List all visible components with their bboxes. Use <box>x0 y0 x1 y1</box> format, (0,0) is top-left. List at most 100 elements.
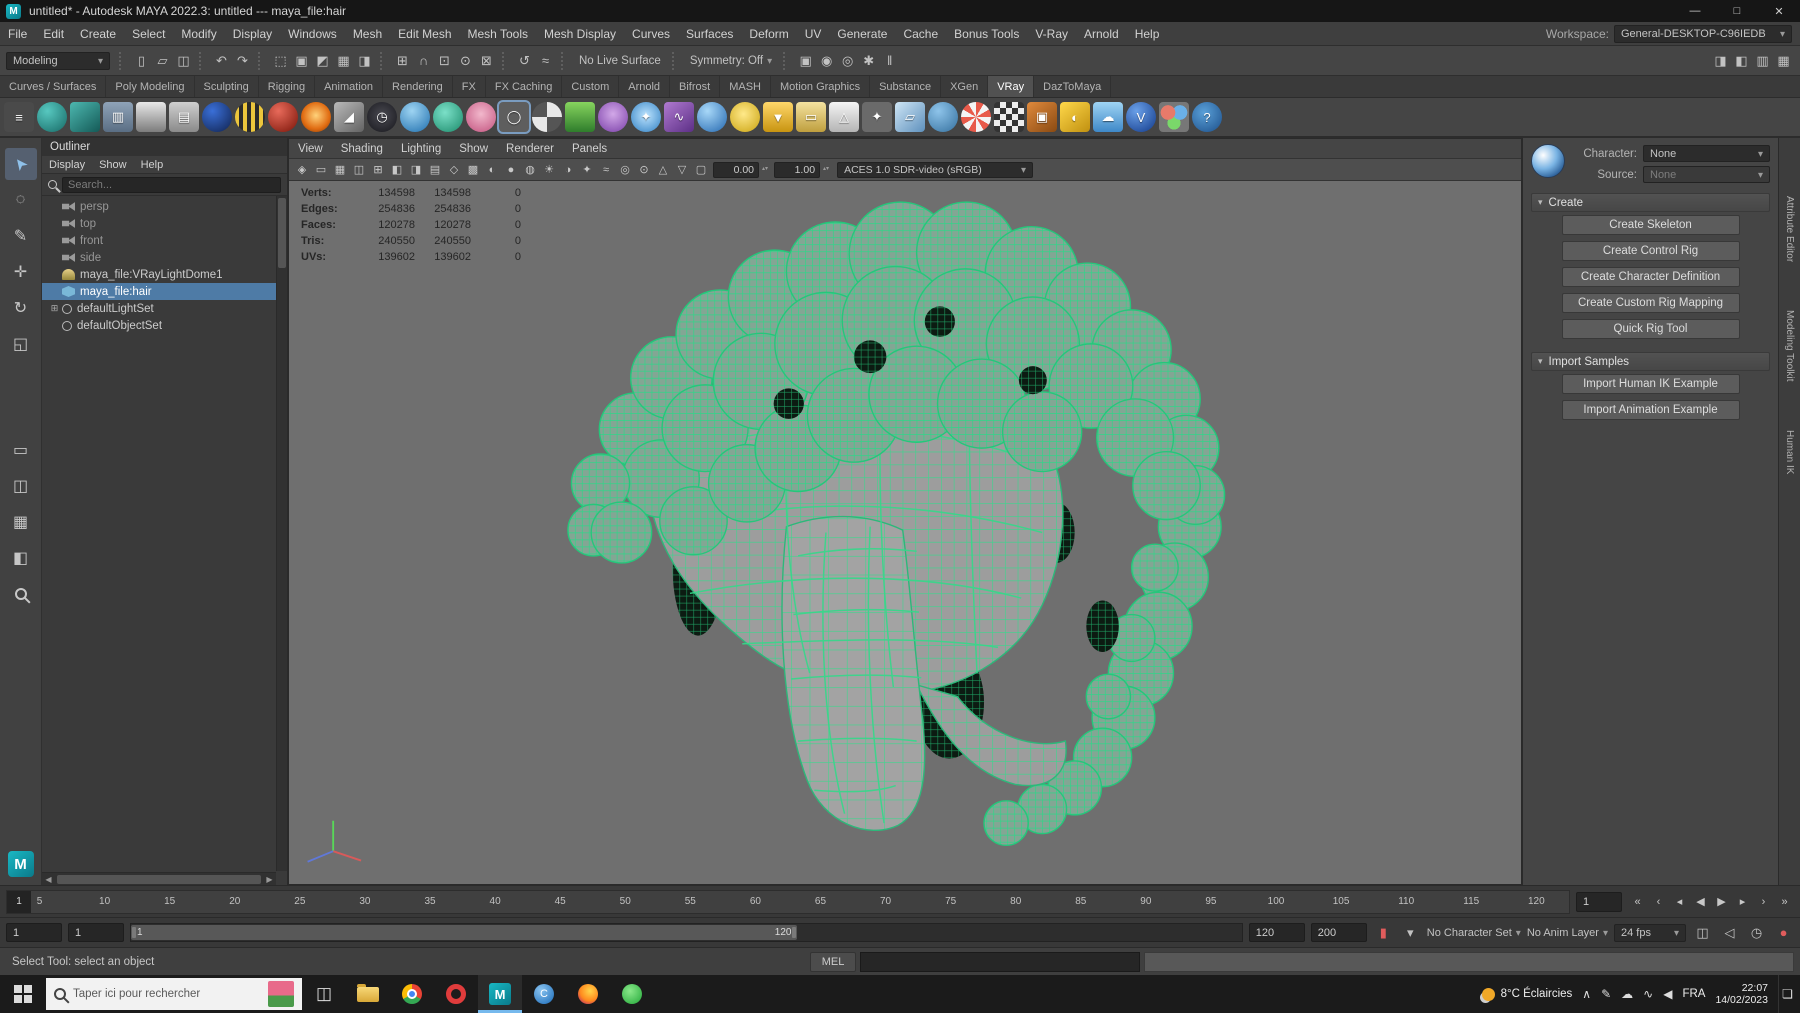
menubar-item[interactable]: Select <box>124 22 173 46</box>
redo-icon[interactable]: ↷ <box>232 50 253 71</box>
eyedropper-icon[interactable] <box>136 102 166 132</box>
no-live-surface-button[interactable]: No Live Surface <box>573 55 667 67</box>
shadows-icon[interactable]: ◑ <box>559 161 577 179</box>
sphere-dark-blue-icon[interactable] <box>202 102 232 132</box>
step-forward-key-button[interactable]: ▸ <box>1733 892 1752 911</box>
menubar-item[interactable]: File <box>0 22 35 46</box>
vray-sphere-teal-icon[interactable] <box>37 102 67 132</box>
taskbar-search[interactable] <box>46 978 302 1010</box>
snap-to-point-icon[interactable]: ⊡ <box>434 50 455 71</box>
menubar-item[interactable]: Mesh Tools <box>460 22 536 46</box>
gamma-field[interactable]: 1.00 <box>774 162 820 178</box>
outliner-menu-item[interactable]: Show <box>92 156 134 174</box>
current-frame-playhead[interactable]: 1 <box>7 891 31 913</box>
sphere-red-icon[interactable] <box>268 102 298 132</box>
spheres-cluster-icon[interactable] <box>1159 102 1189 132</box>
two-pane-layout-button[interactable]: ◫ <box>5 470 37 502</box>
view-transform-dropdown[interactable]: ACES 1.0 SDR-video (sRGB) <box>837 162 1033 178</box>
hud-toggle-icon[interactable]: ▤ <box>426 161 444 179</box>
minimize-button[interactable]: — <box>1674 0 1716 22</box>
undo-icon[interactable]: ↶ <box>211 50 232 71</box>
import-animation-example-button[interactable]: Import Animation Example <box>1562 400 1740 420</box>
cone-white-icon[interactable]: △ <box>829 102 859 132</box>
select-hierarchy-icon[interactable]: ⬚ <box>270 50 291 71</box>
open-scene-icon[interactable]: ▱ <box>152 50 173 71</box>
tab-human-ik[interactable]: Human IK <box>1784 430 1795 474</box>
create-custom-rig-mapping-button[interactable]: Create Custom Rig Mapping <box>1562 293 1740 313</box>
scroll-left-icon[interactable]: ◀ <box>42 875 55 884</box>
exposure-display-icon[interactable]: ▢ <box>692 161 710 179</box>
outliner-persp-layout-button[interactable]: ◧ <box>5 542 37 574</box>
shelf-tab[interactable]: Bifrost <box>670 76 720 97</box>
vray-logo-sphere-icon[interactable]: V <box>1126 102 1156 132</box>
anim-layer-dropdown[interactable]: No Anim Layer <box>1527 927 1608 939</box>
select-camera-icon[interactable]: ◈ <box>293 161 311 179</box>
anim-snapshot-icon[interactable]: ◫ <box>1692 922 1713 943</box>
quick-rig-tool-button[interactable]: Quick Rig Tool <box>1562 319 1740 339</box>
toggle-attribute-editor-icon[interactable]: ◨ <box>1710 50 1731 71</box>
playback-end-field[interactable]: 120 <box>1249 923 1305 942</box>
fps-dropdown[interactable]: 24 fps <box>1614 924 1686 942</box>
outliner-menu-item[interactable]: Display <box>42 156 92 174</box>
tray-volume-icon[interactable]: ◀ <box>1663 987 1672 1001</box>
menubar-item[interactable]: Bonus Tools <box>946 22 1027 46</box>
beachball-icon[interactable] <box>961 102 991 132</box>
sphere-orange-glow-icon[interactable] <box>301 102 331 132</box>
workspace-dropdown[interactable]: General-DESKTOP-C96IEDB <box>1614 25 1792 43</box>
snap-to-view-plane-icon[interactable]: ⊠ <box>476 50 497 71</box>
selection-mask-icon[interactable]: ▦ <box>333 50 354 71</box>
new-scene-icon[interactable]: ▯ <box>131 50 152 71</box>
search-highlight-thumbnail[interactable] <box>268 981 294 1007</box>
current-time-field[interactable]: 1 <box>1576 892 1622 912</box>
highlight-selection-icon[interactable]: ◨ <box>354 50 375 71</box>
select-tool[interactable]: ➤ <box>5 148 37 180</box>
shelf-tab[interactable]: Arnold <box>619 76 670 97</box>
rotate-tool[interactable]: ↻ <box>5 292 37 324</box>
bookmark-menu-icon[interactable]: ▾ <box>1400 922 1421 943</box>
menubar-item[interactable]: Windows <box>280 22 345 46</box>
snap-to-curve-icon[interactable]: ∩ <box>413 50 434 71</box>
notification-center-icon[interactable]: ❏ <box>1778 975 1796 1013</box>
auto-key-icon[interactable]: ● <box>1773 922 1794 943</box>
film-gate-icon[interactable]: ▭ <box>312 161 330 179</box>
flower-pink-icon[interactable] <box>466 102 496 132</box>
step-back-frame-button[interactable]: ‹ <box>1649 892 1668 911</box>
lens-yellow-icon[interactable] <box>730 102 760 132</box>
shelf-tab[interactable]: Sculpting <box>195 76 259 97</box>
menubar-item[interactable]: Edit <box>35 22 72 46</box>
sky-cloud-icon[interactable]: ☁ <box>1093 102 1123 132</box>
clock-icon[interactable]: ◷ <box>1746 922 1767 943</box>
task-view-button[interactable]: ◫ <box>302 975 346 1013</box>
resolution-gate-icon[interactable]: ▦ <box>331 161 349 179</box>
pause-viewport-icon[interactable]: ‖ <box>879 50 900 71</box>
outliner-menu-item[interactable]: Help <box>134 156 171 174</box>
sphere-blue-matte-icon[interactable] <box>928 102 958 132</box>
toggle-channel-box-icon[interactable]: ▥ <box>1752 50 1773 71</box>
render-camera-icon[interactable]: ▣ <box>1027 102 1057 132</box>
create-section-header[interactable]: Create <box>1531 193 1770 212</box>
gate-mask-icon[interactable]: ◫ <box>350 161 368 179</box>
menubar-item[interactable]: V-Ray <box>1027 22 1076 46</box>
tray-network-icon[interactable]: ∿ <box>1643 987 1653 1001</box>
tab-modeling-toolkit[interactable]: Modeling Toolkit <box>1784 310 1795 382</box>
menubar-item[interactable]: Help <box>1127 22 1168 46</box>
checker-cube-icon[interactable] <box>994 102 1024 132</box>
create-character-definition-button[interactable]: Create Character Definition <box>1562 267 1740 287</box>
bookmark-icon[interactable]: ▮ <box>1373 922 1394 943</box>
chrome-icon[interactable] <box>390 975 434 1013</box>
shelf-tab[interactable]: Rigging <box>259 76 315 97</box>
outliner-item-defaultobjectset[interactable]: defaultObjectSet <box>42 317 287 334</box>
step-forward-frame-button[interactable]: › <box>1754 892 1773 911</box>
character-set-dropdown[interactable]: No Character Set <box>1427 927 1521 939</box>
open-render-view-icon[interactable]: ▣ <box>795 50 816 71</box>
viewport-update-icon[interactable]: ≈ <box>535 50 556 71</box>
viewport-menu-item[interactable]: Panels <box>563 139 616 159</box>
zoom-tool-button[interactable] <box>5 578 37 610</box>
shelf-tab[interactable]: VRay <box>988 76 1034 97</box>
menubar-item[interactable]: Mesh Display <box>536 22 624 46</box>
lasso-tool[interactable]: ◌ <box>5 184 37 216</box>
construction-history-icon[interactable]: ↺ <box>514 50 535 71</box>
default-lighting-icon[interactable]: ☀ <box>540 161 558 179</box>
create-control-rig-button[interactable]: Create Control Rig <box>1562 241 1740 261</box>
menubar-item[interactable]: Mesh <box>345 22 390 46</box>
